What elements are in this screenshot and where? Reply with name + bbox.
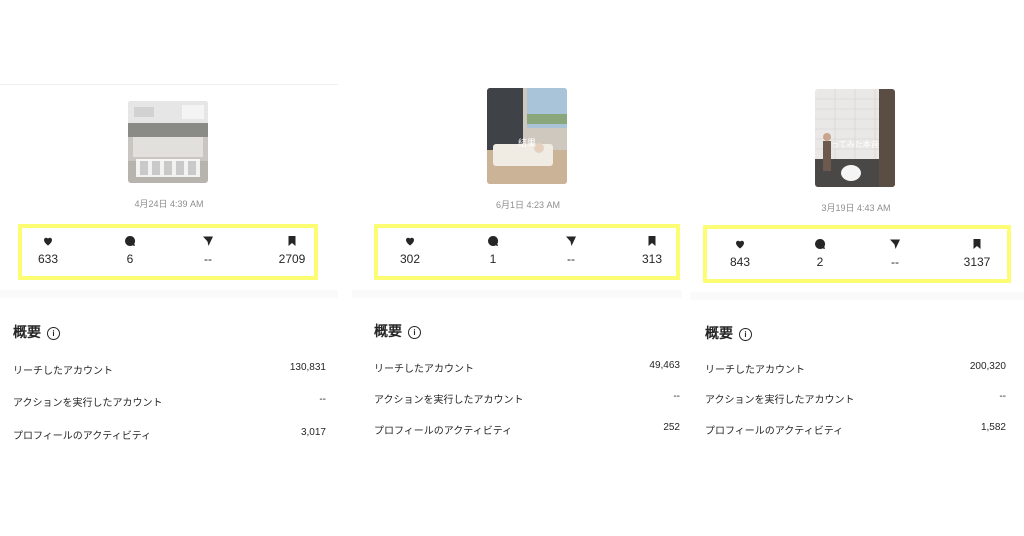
overview-row-value: 200,320 <box>969 361 1006 372</box>
overview-title: 概要 i <box>13 322 60 342</box>
heart-icon <box>18 234 78 250</box>
likes-stat: 633 <box>18 234 78 266</box>
comments-stat: 2 <box>790 237 850 269</box>
overview-row-label: アクションを実行したアカウント <box>374 395 524 406</box>
divider-top <box>0 84 338 85</box>
comments-stat: 1 <box>463 234 523 266</box>
thumbnail-caption: 結果 <box>518 137 536 149</box>
bookmark-icon <box>262 234 322 250</box>
shares-stat: -- <box>865 237 925 269</box>
overview-row-value: 252 <box>663 422 680 433</box>
overview-row-value: -- <box>673 391 680 402</box>
share-icon <box>178 234 238 250</box>
section-divider <box>0 290 338 298</box>
post-date: 4月24日 4:39 AM <box>134 199 204 209</box>
heart-icon <box>380 234 440 250</box>
overview-title: 概要 i <box>374 321 421 341</box>
overview-row-value: 3,017 <box>300 427 326 438</box>
overview-row-label: アクションを実行したアカウント <box>13 398 163 409</box>
comments-stat: 6 <box>100 234 160 266</box>
overview-row-label: リーチしたアカウント <box>13 366 113 377</box>
overview-row-value: 130,831 <box>289 362 326 373</box>
overview-row-label: プロフィールのアクティビティ <box>374 426 513 437</box>
post-date: 3月19日 4:43 AM <box>821 203 891 213</box>
overview-row-label: リーチしたアカウント <box>374 364 474 375</box>
info-icon[interactable]: i <box>47 327 60 340</box>
bookmark-icon <box>947 237 1007 253</box>
overview-title: 概要 i <box>705 323 752 343</box>
likes-count: 302 <box>399 252 421 266</box>
overview-row-label: プロフィールのアクティビティ <box>13 431 152 442</box>
stats-highlight-box: 633 6 -- 2709 <box>18 224 318 280</box>
shares-count: -- <box>204 252 212 266</box>
info-icon[interactable]: i <box>408 326 421 339</box>
comment-icon <box>463 234 523 250</box>
likes-count: 633 <box>37 252 59 266</box>
bookmark-icon <box>622 234 682 250</box>
thumbnail-image: 結果 <box>487 88 567 184</box>
post-date: 6月1日 4:23 AM <box>495 200 561 210</box>
overview-row-value: -- <box>999 391 1006 402</box>
shares-stat: -- <box>541 234 601 266</box>
post-thumbnail[interactable] <box>128 101 208 183</box>
overview-row-label: プロフィールのアクティビティ <box>705 426 844 437</box>
saves-stat: 2709 <box>262 234 322 266</box>
overview-row-value: -- <box>319 394 326 405</box>
shares-stat: -- <box>178 234 238 266</box>
likes-stat: 843 <box>710 237 770 269</box>
stats-highlight-box: 302 1 -- 313 <box>374 224 680 280</box>
overview-row-label: リーチしたアカウント <box>705 365 805 376</box>
thumbnail-caption: ってみた本音 <box>831 139 879 149</box>
post-thumbnail[interactable]: 結果 <box>487 88 567 184</box>
share-icon <box>865 237 925 253</box>
saves-count: 3137 <box>963 255 991 269</box>
overview-row-value: 1,582 <box>980 422 1006 433</box>
post-thumbnail[interactable]: ってみた本音 <box>815 89 895 187</box>
overview-row-value: 49,463 <box>649 360 680 371</box>
stats-highlight-box: 843 2 -- 3137 <box>703 225 1011 283</box>
thumbnail-image: ってみた本音 <box>815 89 895 187</box>
comments-count: 2 <box>816 255 824 269</box>
likes-stat: 302 <box>380 234 440 266</box>
heart-icon <box>710 237 770 253</box>
thumbnail-image <box>128 101 208 183</box>
info-icon[interactable]: i <box>739 328 752 341</box>
comments-count: 6 <box>126 252 134 266</box>
comment-icon <box>100 234 160 250</box>
section-divider <box>352 290 682 298</box>
comments-count: 1 <box>489 252 497 266</box>
saves-count: 2709 <box>278 252 306 266</box>
section-divider <box>690 292 1024 300</box>
saves-count: 313 <box>641 252 663 266</box>
overview-row-label: アクションを実行したアカウント <box>705 395 855 406</box>
saves-stat: 313 <box>622 234 682 266</box>
shares-count: -- <box>567 252 575 266</box>
shares-count: -- <box>891 255 899 269</box>
share-icon <box>541 234 601 250</box>
saves-stat: 3137 <box>947 237 1007 269</box>
likes-count: 843 <box>729 255 751 269</box>
comment-icon <box>790 237 850 253</box>
